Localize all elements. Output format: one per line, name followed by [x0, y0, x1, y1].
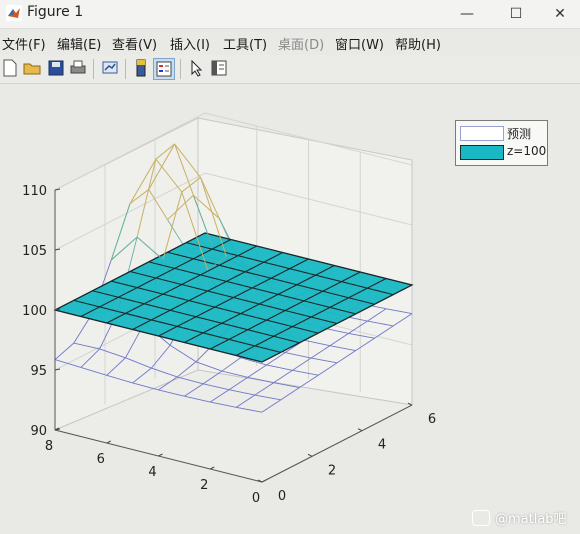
new-figure-icon[interactable] — [0, 58, 20, 78]
y-tick-label: 8 — [45, 439, 53, 454]
colorbar-icon[interactable] — [131, 58, 151, 78]
z-tick-label: 105 — [22, 244, 47, 259]
menu-bar: 文件(F) 编辑(E) 查看(V) 插入(I) 工具(T) 桌面(D) 窗口(W… — [0, 31, 580, 55]
toolbar-separator — [125, 59, 126, 79]
z-tick-label: 110 — [22, 184, 47, 199]
window-title: Figure 1 — [27, 4, 84, 20]
toolbar-separator — [93, 59, 94, 79]
watermark-text: @matlab吧 — [495, 512, 567, 527]
y-tick-label: 0 — [252, 491, 260, 506]
legend-icon[interactable] — [153, 58, 175, 80]
legend-label-surface: z=100 — [507, 144, 547, 158]
x-tick-label: 4 — [378, 438, 386, 453]
toolbar — [0, 55, 580, 84]
matlab-logo-icon — [6, 5, 22, 21]
menu-view[interactable]: 查看(V) — [112, 34, 157, 53]
menu-file[interactable]: 文件(F) — [2, 34, 46, 53]
z-tick-label: 95 — [30, 364, 47, 379]
minimize-button[interactable]: — — [447, 2, 487, 26]
menu-edit[interactable]: 编辑(E) — [57, 34, 101, 53]
legend-entry-surface: z=100 — [460, 144, 547, 160]
title-bar: Figure 1 — ☐ ✕ — [0, 0, 580, 29]
menu-desktop[interactable]: 桌面(D) — [278, 34, 324, 53]
property-editor-icon[interactable] — [209, 58, 229, 78]
menu-insert[interactable]: 插入(I) — [170, 34, 210, 53]
open-file-icon[interactable] — [22, 58, 42, 78]
link-plot-icon[interactable] — [100, 58, 120, 78]
maximize-button[interactable]: ☐ — [496, 2, 536, 26]
x-tick-label: 6 — [428, 412, 436, 427]
legend-entry-mesh: 预测 — [460, 125, 544, 141]
pointer-icon[interactable] — [186, 58, 206, 78]
chat-bubble-icon — [472, 509, 490, 526]
y-tick-label: 2 — [200, 478, 208, 493]
menu-tools[interactable]: 工具(T) — [223, 34, 267, 53]
close-button[interactable]: ✕ — [540, 2, 580, 26]
y-tick-label: 6 — [97, 452, 105, 467]
watermark: @matlab吧 — [472, 508, 567, 527]
legend-label-mesh: 预测 — [507, 127, 532, 141]
legend-swatch-surface — [460, 145, 504, 160]
toolbar-separator — [180, 59, 181, 79]
x-tick-label: 0 — [278, 489, 286, 504]
legend-swatch-mesh — [460, 126, 504, 141]
x-tick-label: 2 — [328, 463, 336, 478]
menu-window[interactable]: 窗口(W) — [335, 34, 384, 53]
y-tick-label: 4 — [148, 465, 156, 480]
menu-help[interactable]: 帮助(H) — [395, 34, 441, 53]
z-tick-label: 100 — [22, 304, 47, 319]
z-axis: 90 95 100 105 110 — [22, 184, 61, 439]
z-tick-label: 90 — [30, 424, 47, 439]
save-icon[interactable] — [46, 58, 66, 78]
legend-box[interactable]: 预测 z=100 — [455, 120, 548, 166]
print-icon[interactable] — [68, 58, 88, 78]
